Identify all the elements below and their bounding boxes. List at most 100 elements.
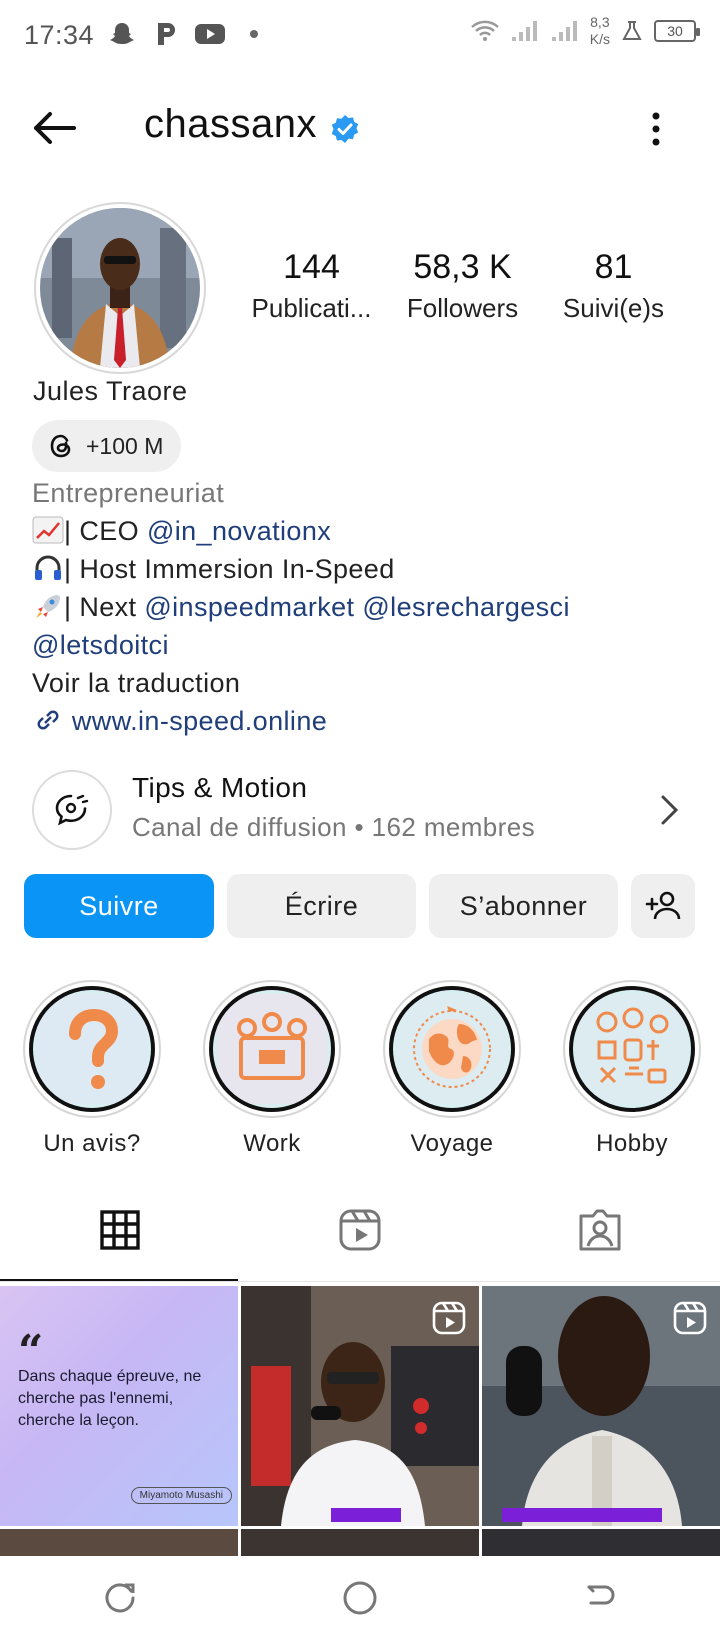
posts-count[interactable]: 144 Publicati... [236,248,387,324]
website-link[interactable]: www.in-speed.online [72,706,327,736]
status-bar: 17:34 8,3 K/s 30 [0,0,720,72]
bio-line: | Host Immersion In-Speed [32,550,570,588]
signal-icon [511,21,537,41]
status-time: 17:34 [24,20,95,50]
following-count[interactable]: 81 Suivi(e)s [538,248,689,324]
chart-increasing-icon [32,516,64,544]
bio-mention-link[interactable]: @letsdoitci [32,630,169,660]
stat-label: Suivi(e)s [562,293,665,323]
more-options-button[interactable] [636,106,676,152]
profile-tabs [0,1178,720,1282]
hobbies-icon [569,986,695,1112]
channel-subtitle: Canal de diffusion • 162 membres [132,812,535,842]
website-row[interactable]: www.in-speed.online [32,702,570,740]
suggested-users-button[interactable] [631,874,695,938]
threads-icon [50,434,71,458]
bio-text: | Next [64,592,145,622]
system-back-button[interactable] [570,1568,630,1628]
highlight-item[interactable]: Hobby [562,980,702,1158]
threads-count: +100 M [86,432,164,459]
youtube-icon [194,18,226,50]
highlight-label: Hobby [596,1130,668,1157]
system-nav-bar [0,1556,720,1640]
post-tile[interactable]: “ Dans chaque épreuve, ne cherche pas l'… [0,1286,238,1526]
highlight-label: Work [243,1130,301,1157]
bio-mention-link[interactable]: @lesrechargesci [362,592,570,622]
follow-button[interactable]: Suivre [24,874,214,938]
home-button[interactable] [330,1568,390,1628]
arrow-left-icon [34,112,76,144]
channel-title: Tips & Motion [132,772,308,803]
profile-full-name: Jules Traore [33,376,188,406]
net-speed-unit: K/s [589,31,610,47]
bio-line: | CEO @in_novationx [32,512,570,550]
stat-label: Publicati... [251,293,372,323]
broadcast-channel-icon [32,770,112,850]
threads-badge[interactable]: +100 M [32,420,182,472]
more-vertical-icon [652,112,660,146]
see-translation-link[interactable]: Voir la traduction [32,664,570,702]
message-button[interactable]: Écrire [227,874,416,938]
battery-icon: 30 [654,20,700,42]
signal-icon [551,21,577,41]
net-speed-value: 8,3 [590,14,610,30]
profile-header: chassanx [0,88,720,168]
verified-badge-icon [331,115,359,143]
profile-avatar-ring[interactable] [34,202,206,374]
post-tile[interactable] [482,1286,720,1526]
home-circle-icon [343,1581,377,1615]
stat-value: 58,3 K [413,248,512,286]
stat-value: 144 [283,248,340,286]
back-button[interactable] [26,102,82,154]
reel-badge-icon [673,1301,707,1335]
rocket-icon [36,595,60,618]
highlight-label: Un avis? [43,1130,141,1157]
meeting-icon [209,986,335,1112]
highlight-item[interactable]: Voyage [382,980,522,1158]
chevron-right-icon [661,795,679,825]
grid-icon [100,1210,140,1250]
link-icon [37,710,59,730]
followers-count[interactable]: 58,3 K Followers [387,248,538,324]
headphones-icon [35,555,61,580]
question-mark-icon [29,986,155,1112]
profile-bio: Entrepreneuriat | CEO @in_novationx | Ho… [32,474,570,740]
bio-category: Entrepreneuriat [32,478,225,508]
post-tile[interactable] [241,1529,479,1556]
tab-posts-grid[interactable] [0,1178,240,1282]
reels-icon [339,1209,381,1251]
bio-mention-link[interactable]: @in_novationx [147,516,331,546]
highlight-item[interactable]: Work [202,980,342,1158]
highlight-label: Voyage [410,1130,494,1157]
reel-badge-icon [432,1301,466,1335]
story-highlights: Un avis? Work Voyage Hobby [22,980,702,1158]
snapchat-icon [106,18,138,50]
broadcast-channel-row[interactable]: Tips & Motion Canal de diffusion • 162 m… [32,770,690,850]
profile-username: chassanx [144,102,317,146]
highlight-item[interactable]: Un avis? [22,980,162,1158]
recent-apps-button[interactable] [90,1568,150,1628]
tab-tagged[interactable] [480,1178,720,1282]
posts-grid: “ Dans chaque épreuve, ne cherche pas l'… [0,1286,720,1556]
bio-line: | Next @inspeedmarket @lesrechargesci [32,588,570,626]
bio-line: @letsdoitci [32,626,570,664]
post-tile[interactable] [0,1529,238,1556]
post-tile[interactable] [482,1529,720,1556]
p-app-icon [150,18,182,50]
bio-text: | CEO [64,516,147,546]
flask-icon [622,21,642,40]
dot-icon [238,18,270,50]
stat-label: Followers [406,293,519,323]
bio-text: | Host Immersion In-Speed [64,554,395,584]
profile-stats: 144 Publicati... 58,3 K Followers 81 Sui… [236,248,690,324]
stat-value: 81 [594,248,633,286]
profile-actions: Suivre Écrire S’abonner [24,874,695,938]
subscribe-button[interactable]: S’abonner [429,874,618,938]
post-quote-text: Dans chaque épreuve, ne cherche pas l'en… [18,1368,202,1429]
bio-mention-link[interactable]: @inspeedmarket [144,592,354,622]
recent-apps-icon [105,1583,135,1613]
post-tile[interactable] [241,1286,479,1526]
tab-reels[interactable] [240,1178,480,1282]
back-icon [587,1585,615,1605]
wifi-icon [470,20,499,41]
